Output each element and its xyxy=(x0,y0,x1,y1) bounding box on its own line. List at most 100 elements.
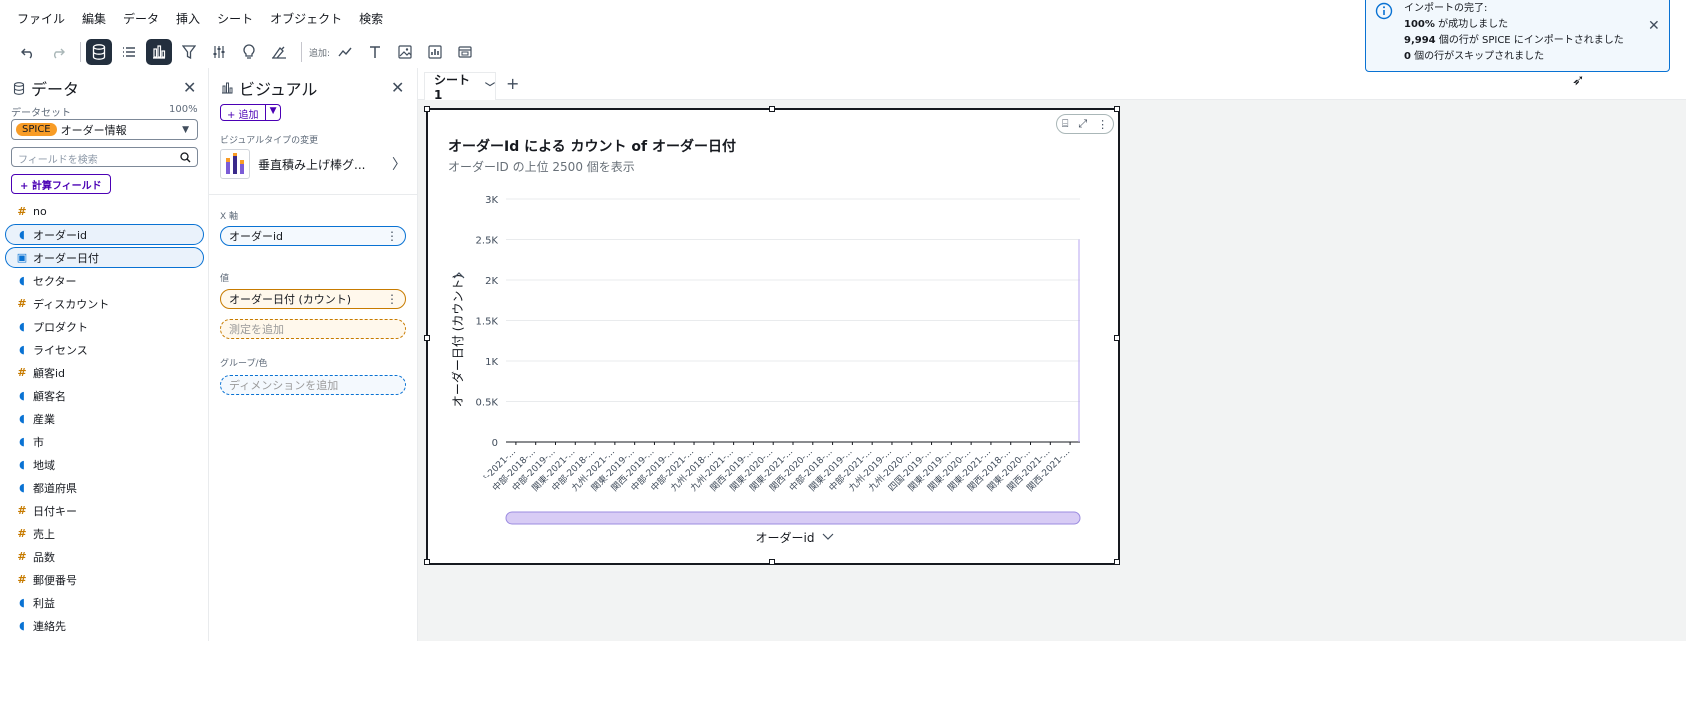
measure-icon: # xyxy=(17,297,27,310)
field-label: 顧客名 xyxy=(33,389,66,403)
add-visual-button[interactable]: + 追加 ▼ xyxy=(220,104,282,121)
caret-down-icon[interactable]: ▼ xyxy=(265,104,282,121)
menu-item[interactable]: 検索 xyxy=(359,10,383,27)
field-label: ライセンス xyxy=(33,343,88,357)
close-icon[interactable]: ✕ xyxy=(391,78,404,97)
field-item[interactable]: # 日付キー xyxy=(5,500,204,521)
field-label: セクター xyxy=(33,274,77,288)
value-field: オーダー日付 (カウント) xyxy=(229,293,352,306)
more-options-icon[interactable]: ⋮ xyxy=(386,292,398,306)
close-icon[interactable]: ✕ xyxy=(183,78,196,97)
add-visual-icon[interactable] xyxy=(332,39,358,65)
field-label: 郵便番号 xyxy=(33,573,77,587)
field-label: 日付キー xyxy=(33,504,77,518)
dimension-icon: ◖ xyxy=(19,596,25,609)
y-axis-label: オーダー日付 (カウント) xyxy=(450,274,465,407)
data-panel-icon[interactable] xyxy=(86,39,112,65)
measure-icon: # xyxy=(17,573,27,586)
field-label: 地域 xyxy=(33,458,55,472)
dimension-icon: ◖ xyxy=(19,320,25,333)
field-item[interactable]: ▣ オーダー日付 xyxy=(5,247,204,268)
add-image-icon[interactable] xyxy=(392,39,418,65)
menu-item[interactable]: シート xyxy=(217,10,253,27)
field-item[interactable]: ◖ 市 xyxy=(5,431,204,452)
menu-item[interactable]: データ xyxy=(123,10,159,27)
y-tick-label: 0 xyxy=(492,438,498,449)
visual-panel-title: ビジュアル xyxy=(221,76,317,100)
menu-item[interactable]: 挿入 xyxy=(176,10,200,27)
chevron-down-icon[interactable]: ﹀ xyxy=(485,79,495,94)
field-item[interactable]: # no xyxy=(5,201,204,222)
filter-icon[interactable] xyxy=(176,39,202,65)
parameters-icon[interactable] xyxy=(206,39,232,65)
field-item[interactable]: ◖ 利益 xyxy=(5,592,204,613)
add-chart-image-icon[interactable] xyxy=(422,39,448,65)
field-item[interactable]: # 品数 xyxy=(5,546,204,567)
toast-line-imported: 9,994 個の行が SPICE にインポートされました xyxy=(1404,35,1624,46)
add-dimension-well[interactable]: ディメンションを追加 xyxy=(220,375,406,395)
field-item[interactable]: ◖ 顧客名 xyxy=(5,385,204,406)
field-item[interactable]: # 売上 xyxy=(5,523,204,544)
field-item[interactable]: # ディスカウント xyxy=(5,293,204,314)
field-item[interactable]: ◖ オーダーid xyxy=(5,224,204,245)
dimension-icon: ◖ xyxy=(19,412,25,425)
field-search-input[interactable]: フィールドを検索 xyxy=(11,147,198,167)
measure-icon: # xyxy=(17,527,27,540)
visual-container[interactable]: ⌸ ⤢ ⋮ オーダーId による カウント of オーダー日付 オーダーID の… xyxy=(424,106,1120,565)
info-icon xyxy=(1375,2,1393,20)
calendar-icon: ▣ xyxy=(16,251,28,264)
data-panel-title-text: データ xyxy=(31,80,80,99)
spice-badge: SPICE xyxy=(16,123,57,136)
add-measure-well[interactable]: 測定を追加 xyxy=(220,319,406,339)
tab-sheet-1[interactable]: シート 1 ﹀ xyxy=(424,72,496,102)
chevron-down-icon xyxy=(822,533,834,540)
measure-icon: # xyxy=(17,504,27,517)
field-item[interactable]: # 顧客id xyxy=(5,362,204,383)
dataset-select[interactable]: SPICE オーダー情報 ▼ xyxy=(11,119,198,140)
close-icon[interactable]: ✕ xyxy=(1648,18,1660,34)
field-label: 市 xyxy=(33,435,44,449)
redo-icon[interactable] xyxy=(45,39,71,65)
list-icon[interactable] xyxy=(116,39,142,65)
field-label: 利益 xyxy=(33,596,55,610)
field-item[interactable]: ◖ ライセンス xyxy=(5,339,204,360)
toast-title: インポートの完了: xyxy=(1404,3,1488,14)
undo-icon[interactable] xyxy=(15,39,41,65)
insights-icon[interactable] xyxy=(236,39,262,65)
x-axis-label: X 軸 xyxy=(220,212,239,222)
add-text-icon[interactable] xyxy=(362,39,388,65)
menu-item[interactable]: 編集 xyxy=(82,10,106,27)
menu-item[interactable]: ファイル xyxy=(17,10,65,27)
add-calculated-field-button[interactable]: + 計算フィールド xyxy=(11,174,111,194)
field-item[interactable]: ◖ 都道府県 xyxy=(5,477,204,498)
field-item[interactable]: ◖ プロダクト xyxy=(5,316,204,337)
y-tick-label: 3K xyxy=(485,195,498,206)
field-item[interactable]: ◖ 連絡先 xyxy=(5,615,204,636)
dimension-icon: ◖ xyxy=(19,458,25,471)
field-item[interactable]: ◖ 地域 xyxy=(5,454,204,475)
search-icon xyxy=(180,152,191,163)
field-item[interactable]: # 郵便番号 xyxy=(5,569,204,590)
field-label: 産業 xyxy=(33,412,55,426)
visual-type-label: ビジュアルタイプの変更 xyxy=(220,136,319,146)
more-options-icon[interactable]: ⋮ xyxy=(386,229,398,243)
x-axis-field: オーダーid xyxy=(229,230,284,243)
field-label: no xyxy=(33,205,47,218)
x-axis-field-well[interactable]: オーダーid ⋮ xyxy=(220,226,406,246)
field-item[interactable]: ◖ セクター xyxy=(5,270,204,291)
add-embed-icon[interactable] xyxy=(452,39,478,65)
add-visual-label[interactable]: + 追加 xyxy=(220,104,266,121)
visual-panel-title-text: ビジュアル xyxy=(239,80,318,99)
visual-panel-icon[interactable] xyxy=(146,39,172,65)
visual-type-selector[interactable]: 垂直積み上げ棒グ... 〉 xyxy=(220,149,410,179)
caret-down-icon: ▼ xyxy=(182,124,189,135)
menu-item[interactable]: オブジェクト xyxy=(270,10,342,27)
toast-line-skipped: 0 個の行がスキップされました xyxy=(1404,51,1545,62)
add-sheet-icon[interactable]: + xyxy=(506,74,519,93)
field-item[interactable]: ◖ 産業 xyxy=(5,408,204,429)
value-field-well[interactable]: オーダー日付 (カウント) ⋮ xyxy=(220,289,406,309)
themes-icon[interactable] xyxy=(266,39,292,65)
value-label: 値 xyxy=(220,274,230,284)
field-label: 都道府県 xyxy=(33,481,77,495)
mouse-cursor-icon: ➶ xyxy=(1572,71,1585,89)
